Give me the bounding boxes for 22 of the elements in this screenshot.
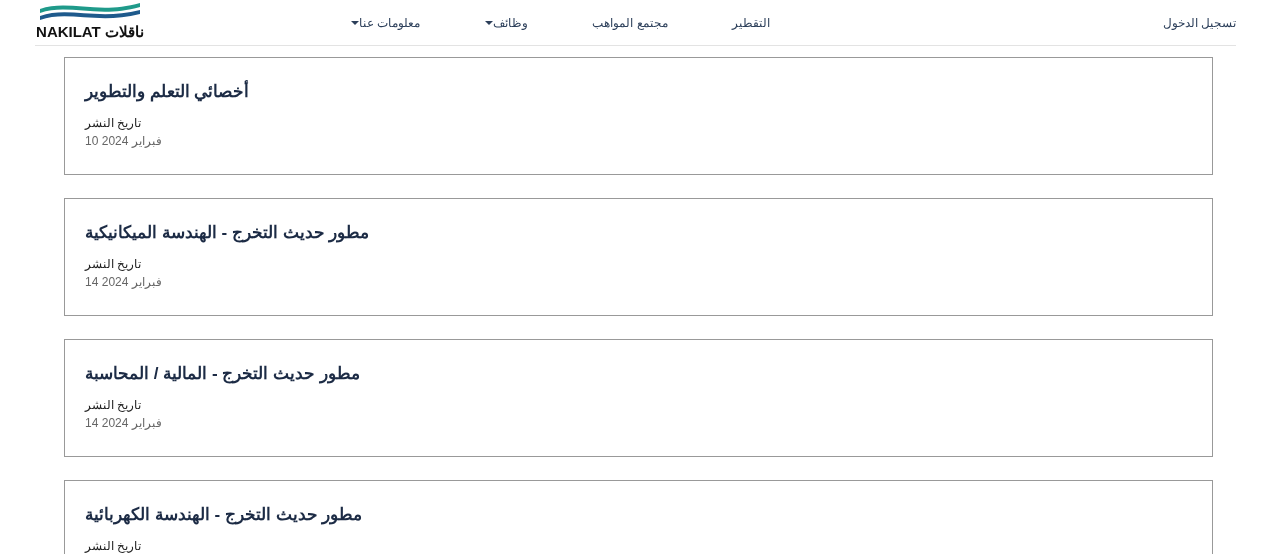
nav-link[interactable]: وظائف xyxy=(484,15,529,30)
job-title[interactable]: مطور حديث التخرج - الهندسة الميكانيكية xyxy=(85,222,370,243)
logo-text[interactable]: NAKILAT ناقلات xyxy=(36,22,144,41)
date-label: تاريخ النشر xyxy=(85,398,142,412)
job-title[interactable]: أخصائي التعلم والتطوير xyxy=(85,81,250,102)
date-label: تاريخ النشر xyxy=(85,539,142,553)
nav-link[interactable]: مجتمع المواهب xyxy=(592,15,668,30)
posting-date: فبراير 2024 10 xyxy=(85,134,162,148)
job-card[interactable]: أخصائي التعلم والتطوير تاريخ النشر فبراير 2024 10 xyxy=(64,57,1213,175)
job-card[interactable]: مطور حديث التخرج - الهندسة الكهربائية تاريخ النشر xyxy=(64,480,1213,554)
job-title[interactable]: مطور حديث التخرج - الهندسة الكهربائية xyxy=(85,504,363,525)
login-link[interactable]: تسجيل الدخول xyxy=(1162,15,1236,30)
job-title[interactable]: مطور حديث التخرج - المالية / المحاسبة xyxy=(85,363,360,384)
nav-link[interactable]: معلومات عنا xyxy=(350,15,421,30)
wave-logo-icon xyxy=(38,0,142,23)
nav-link[interactable]: التقطير xyxy=(731,15,770,30)
job-card[interactable]: مطور حديث التخرج - الهندسة الميكانيكية تاريخ النشر فبراير 2024 14 xyxy=(64,198,1213,316)
job-card[interactable]: مطور حديث التخرج - المالية / المحاسبة تاريخ النشر فبراير 2024 14 xyxy=(64,339,1213,457)
posting-date: فبراير 2024 14 xyxy=(85,416,162,430)
date-label: تاريخ النشر xyxy=(85,257,142,271)
posting-date: فبراير 2024 14 xyxy=(85,275,162,289)
date-label: تاريخ النشر xyxy=(85,116,142,130)
